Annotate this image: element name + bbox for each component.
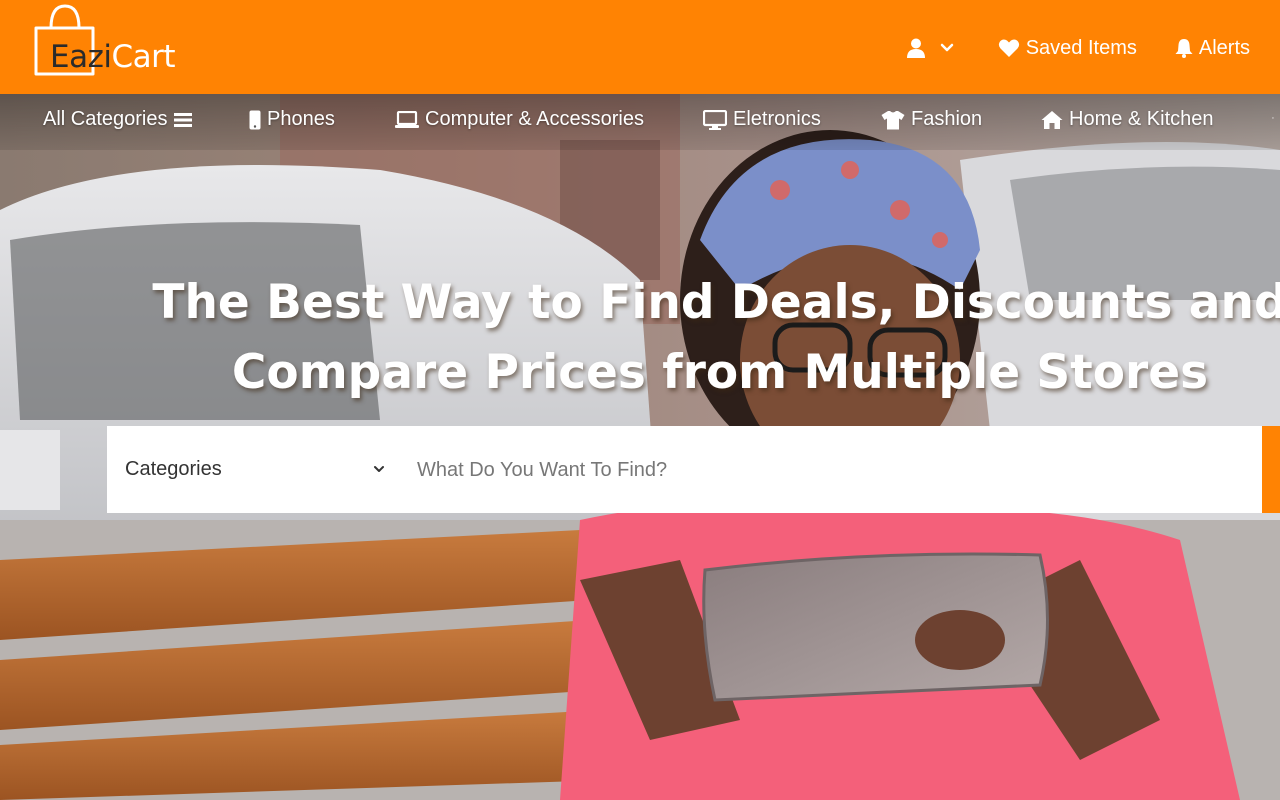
search-bar: Categories bbox=[107, 426, 1280, 513]
category-select[interactable]: Categories bbox=[107, 426, 397, 513]
header-actions: Saved Items Alerts bbox=[906, 34, 1250, 62]
heart-icon bbox=[998, 39, 1019, 57]
top-header: EaziCart Saved Items Alerts bbox=[0, 0, 1280, 94]
nav-home-kitchen[interactable]: Home & Kitchen bbox=[1041, 108, 1214, 131]
mobile-phone-icon bbox=[249, 110, 261, 129]
nav-all-categories[interactable]: All Categories bbox=[43, 108, 192, 131]
bell-icon bbox=[1175, 39, 1193, 58]
nav-home-kitchen-label: Home & Kitchen bbox=[1069, 108, 1214, 130]
nav-computer-accessories[interactable]: Computer & Accessories bbox=[395, 108, 644, 131]
hero-headline: The Best Way to Find Deals, Discounts an… bbox=[140, 268, 1280, 408]
nav-more-cut-off[interactable] bbox=[1272, 108, 1280, 128]
alerts-link[interactable]: Alerts bbox=[1175, 37, 1250, 60]
chevron-down-icon bbox=[374, 466, 384, 472]
category-icon bbox=[1272, 117, 1274, 119]
category-nav: All Categories Phones Computer & Accesso… bbox=[0, 94, 1280, 150]
chevron-down-icon bbox=[940, 43, 953, 52]
desktop-monitor-icon bbox=[703, 109, 727, 130]
hero-headline-line2: Compare Prices from Multiple Stores bbox=[231, 345, 1209, 400]
nav-electronics[interactable]: Eletronics bbox=[703, 108, 821, 131]
logo-text-cart: Cart bbox=[111, 39, 176, 75]
nav-fashion[interactable]: Fashion bbox=[881, 108, 982, 131]
search-button[interactable] bbox=[1262, 426, 1280, 513]
category-select-value: Categories bbox=[125, 458, 222, 480]
tshirt-icon bbox=[881, 110, 905, 129]
house-icon bbox=[1041, 110, 1063, 129]
nav-fashion-label: Fashion bbox=[911, 108, 983, 130]
user-icon bbox=[906, 38, 925, 58]
logo-wordmark: EaziCart bbox=[50, 39, 176, 75]
nav-electronics-label: Eletronics bbox=[733, 108, 821, 130]
nav-computer-accessories-label: Computer & Accessories bbox=[425, 108, 644, 130]
hero-headline-line1: The Best Way to Find Deals, Discounts an… bbox=[152, 275, 1280, 330]
laptop-icon bbox=[395, 110, 419, 128]
logo-text-eazi: Eazi bbox=[50, 39, 112, 75]
nav-all-categories-label: All Categories bbox=[43, 108, 168, 130]
account-menu[interactable] bbox=[906, 38, 954, 58]
nav-phones-label: Phones bbox=[267, 108, 335, 130]
saved-items-label: Saved Items bbox=[1025, 36, 1137, 59]
nav-phones[interactable]: Phones bbox=[249, 108, 335, 131]
menu-bars-icon bbox=[173, 112, 192, 127]
saved-items-link[interactable]: Saved Items bbox=[998, 37, 1137, 60]
search-input[interactable] bbox=[405, 446, 1245, 494]
eazicart-logo[interactable]: EaziCart bbox=[33, 4, 176, 80]
alerts-label: Alerts bbox=[1198, 36, 1250, 59]
